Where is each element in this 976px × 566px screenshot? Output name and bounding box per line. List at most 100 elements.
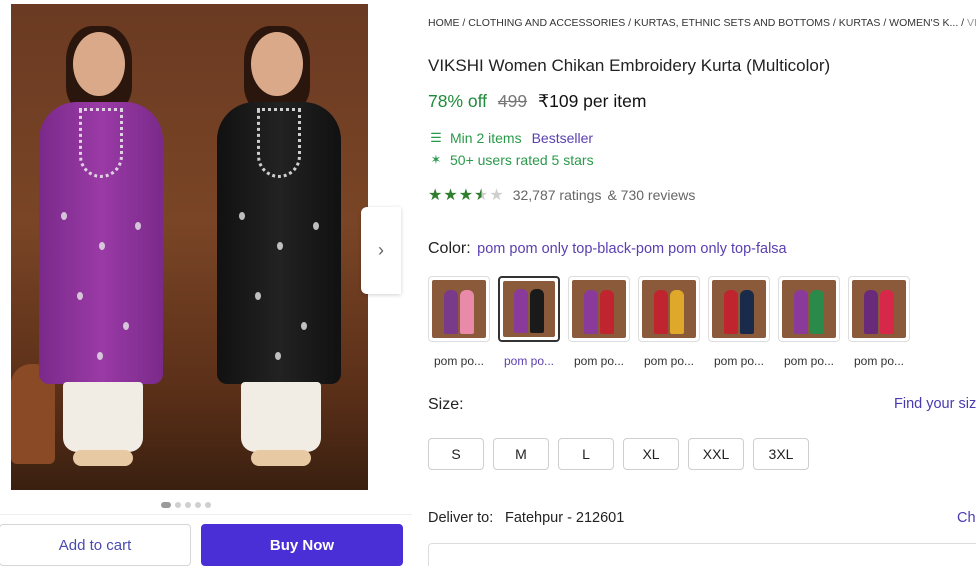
rated-line: ✶ 50+ users rated 5 stars [428,152,594,168]
swatch-thumbnail [848,276,910,342]
breadcrumb-item[interactable]: HOME [428,17,460,29]
swatch-label: pom po... [503,354,555,368]
size-option-xl[interactable]: XL [623,438,679,470]
swatch-thumbnail [428,276,490,342]
rating-stars: ★★★★★ [428,185,505,205]
size-option-3xl[interactable]: 3XL [753,438,809,470]
buy-now-button[interactable]: Buy Now [201,524,403,566]
color-row: Color: pom pom only top-black-pom pom on… [428,240,787,258]
model-black-kurta [189,4,367,490]
size-options: S M L XL XXL 3XL [428,438,809,470]
reviews-count: & 730 reviews [607,187,696,203]
chevron-right-icon: › [378,240,384,260]
swatch-kurta [600,290,614,334]
min-items-text: Min 2 items [450,130,522,146]
delivery-location: Fatehpur - 212601 [505,510,625,526]
size-option-xxl[interactable]: XXL [688,438,744,470]
pager-dot[interactable] [161,502,171,508]
size-option-l[interactable]: L [558,438,614,470]
rating-row[interactable]: ★★★★★ 32,787 ratings & 730 reviews [428,185,695,205]
color-swatch[interactable]: pom po... [708,276,770,368]
swatch-label: pom po... [433,354,485,368]
color-swatch[interactable]: pom po... [498,276,560,368]
color-swatches: pom po... pom po... pom po... pom po... pom … [428,276,910,368]
breadcrumb-separator: / [830,17,839,29]
swatch-thumbnail [568,276,630,342]
star-half-icon: ★ [474,187,490,204]
swatch-thumbnail [498,276,560,342]
breadcrumb-separator: / [880,17,890,29]
swatch-kurta [460,290,474,334]
star-full-icon: ★ [458,187,475,204]
product-details: HOME / CLOTHING AND ACCESSORIES / KURTAS… [428,0,976,566]
swatch-kurta [584,290,598,334]
action-bar: Add to cart Buy Now [0,514,412,566]
swatch-kurta [444,290,458,334]
pager-dot[interactable] [205,502,211,508]
color-swatch[interactable]: pom po... [848,276,910,368]
pager-dot[interactable] [185,502,191,508]
swatch-thumbnail [778,276,840,342]
star-burst-icon: ✶ [430,152,442,167]
breadcrumb-separator: / [625,17,634,29]
swatch-kurta [670,290,684,334]
pager-dot[interactable] [175,502,181,508]
change-location-link[interactable]: Change [957,510,976,526]
layers-icon: ☰ [430,130,442,145]
breadcrumb-item[interactable]: KURTAS [839,17,881,29]
swatch-thumbnail [708,276,770,342]
breadcrumb-separator: / [459,17,469,29]
next-image-button[interactable]: › [361,207,401,294]
add-to-cart-button[interactable]: Add to cart [0,524,191,566]
breadcrumb-current: VIKSHI [967,17,976,29]
color-swatch[interactable]: pom po... [428,276,490,368]
min-items-line: ☰ Min 2 items Bestseller [428,130,593,146]
swatch-kurta [530,289,544,333]
swatch-kurta [740,290,754,334]
selected-color: pom pom only top-black-pom pom only top-… [477,241,787,257]
color-swatch[interactable]: pom po... [638,276,700,368]
breadcrumb-separator: / [958,17,968,29]
swatch-label: pom po... [783,354,835,368]
product-title: VIKSHI Women Chikan Embroidery Kurta (Mu… [428,56,831,75]
swatch-label: pom po... [573,354,625,368]
breadcrumb-item[interactable]: KURTAS, ETHNIC SETS AND BOTTOMS [634,17,830,29]
swatch-label: pom po... [713,354,765,368]
star-empty-icon: ★ [489,187,505,204]
product-main-image[interactable] [11,4,368,490]
model-purple-kurta [11,4,189,490]
swatch-kurta [514,289,528,333]
color-label: Color: [428,240,471,257]
product-gallery: › Add to cart Buy Now [0,0,412,566]
current-price: ₹109 per item [537,91,647,111]
swatch-label: pom po... [643,354,695,368]
image-pager [161,502,211,508]
size-option-s[interactable]: S [428,438,484,470]
deliver-label: Deliver to: [428,510,494,526]
color-swatch[interactable]: pom po... [568,276,630,368]
breadcrumb: HOME / CLOTHING AND ACCESSORIES / KURTAS… [428,17,976,29]
rated-text: 50+ users rated 5 stars [450,152,594,168]
swatch-kurta [724,290,738,334]
color-swatch[interactable]: pom po... [778,276,840,368]
bestseller-badge: Bestseller [531,130,594,146]
star-full-icon: ★ [443,187,459,204]
size-guide-link[interactable]: Find your size [894,396,976,412]
pager-dot[interactable] [195,502,201,508]
breadcrumb-item[interactable]: CLOTHING AND ACCESSORIES [468,17,625,29]
star-full-icon: ★ [428,187,444,204]
pincode-box[interactable] [428,543,976,566]
swatch-thumbnail [638,276,700,342]
swatch-kurta [654,290,668,334]
original-price: 499 [497,91,528,111]
swatch-kurta [810,290,824,334]
discount-badge: 78% off [428,91,488,111]
breadcrumb-item[interactable]: WOMEN'S K... [889,17,958,29]
swatch-kurta [864,290,878,334]
size-label: Size: [428,396,464,413]
size-option-m[interactable]: M [493,438,549,470]
swatch-kurta [880,290,894,334]
price-row: 78% off 499 ₹109 per item [428,91,646,112]
swatch-kurta [794,290,808,334]
swatch-label: pom po... [853,354,905,368]
